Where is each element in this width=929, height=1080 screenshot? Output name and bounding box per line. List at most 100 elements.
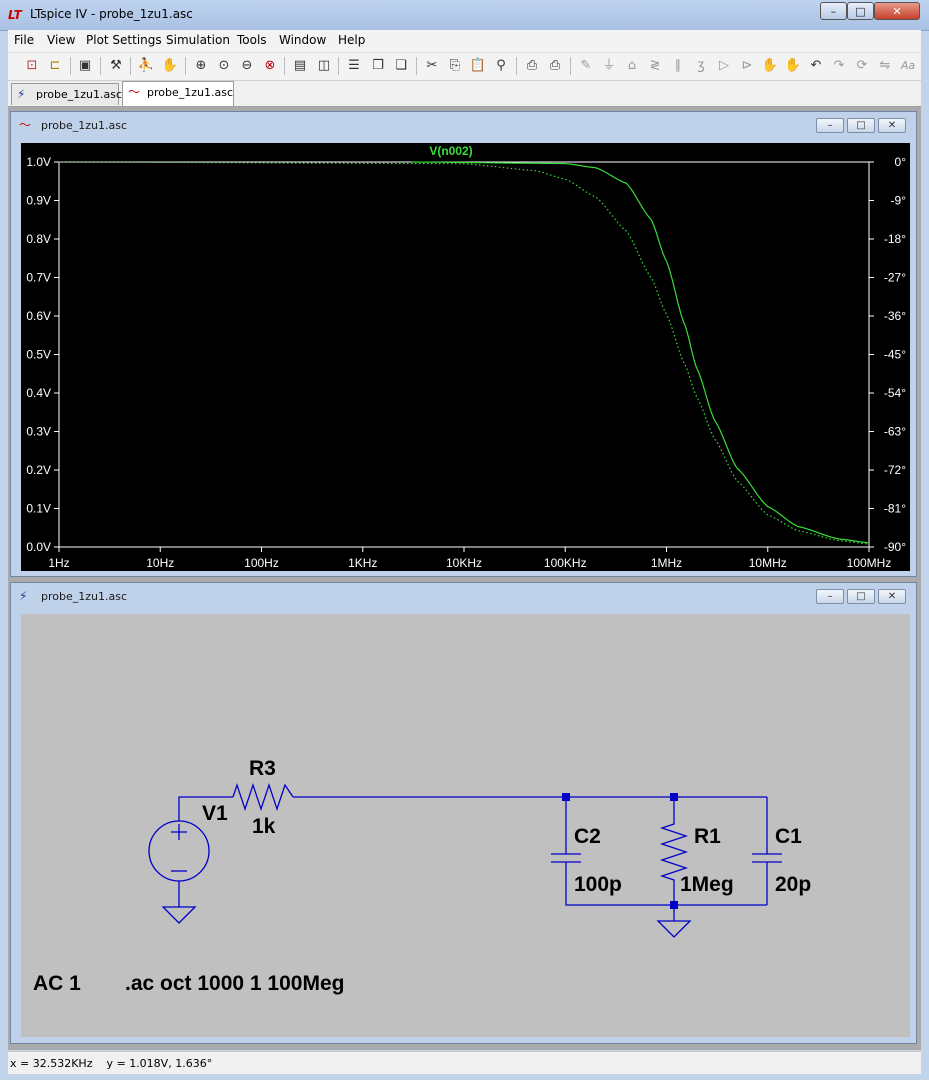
v1-name[interactable]: V1	[202, 802, 228, 825]
y2-tick-label: -72°	[884, 463, 906, 477]
waveform-plot[interactable]: 0.0V 0.1V 0.2V 0.3V 0.4V 0.5V 0.6V 0.7V 0.8V 0.9V…	[21, 143, 910, 571]
plot-maximize-button[interactable]: □	[847, 118, 875, 133]
text-icon[interactable]: Aa	[898, 56, 918, 76]
copy-icon[interactable]: ⎘	[445, 56, 465, 76]
autorange-icon[interactable]: ▤	[290, 56, 310, 76]
minimize-button[interactable]: –	[820, 2, 847, 20]
document-tab-bar: ⚡ probe_1zu1.asc 〜 probe_1zu1.asc	[8, 81, 921, 107]
tab-schematic[interactable]: ⚡ probe_1zu1.asc	[11, 83, 122, 105]
menu-file[interactable]: File	[14, 33, 34, 47]
capacitor-icon[interactable]: ∥	[668, 56, 688, 76]
move-icon[interactable]: ✋	[760, 56, 780, 76]
ground-icon[interactable]: ⏚	[599, 56, 619, 76]
control-panel-icon[interactable]: ⚒	[106, 56, 126, 76]
r1-name[interactable]: R1	[694, 825, 721, 848]
schematic-minimize-button[interactable]: –	[816, 589, 844, 604]
schematic-window-title: probe_1zu1.asc	[41, 590, 128, 603]
redo-icon[interactable]: ↷	[829, 56, 849, 76]
r3-value[interactable]: 1k	[252, 815, 276, 838]
label-net-icon[interactable]: ⌂	[622, 56, 642, 76]
y2-tick-label: -9°	[891, 194, 907, 208]
drag-icon[interactable]: ✋	[783, 56, 803, 76]
halt-icon[interactable]: ✋	[160, 56, 180, 76]
plot-minimize-button[interactable]: –	[816, 118, 844, 133]
menu-help[interactable]: Help	[338, 33, 365, 47]
junction-dot	[670, 901, 678, 909]
run-icon[interactable]: ⛹	[136, 56, 156, 76]
plot-window: 〜 probe_1zu1.asc – □ ✕ 0.0V 0.1V 0.2V 0.3V 0…	[10, 111, 917, 577]
print-setup-icon[interactable]: ⎙	[522, 56, 542, 76]
c1-value[interactable]: 20p	[775, 873, 811, 896]
x-tick-label: 100Hz	[244, 556, 279, 570]
menu-simulation[interactable]: Simulation	[166, 33, 230, 47]
y2-tick-label: -54°	[884, 386, 906, 400]
cascade-icon[interactable]: ❐	[368, 56, 388, 76]
print-icon[interactable]: ⎙	[545, 56, 565, 76]
tab-label: probe_1zu1.asc	[147, 86, 234, 99]
x-tick-label: 10KHz	[446, 556, 482, 570]
y-tick-label: 0.1V	[26, 502, 51, 516]
junction-dot	[670, 793, 678, 801]
r3-name[interactable]: R3	[249, 757, 276, 780]
c2-name[interactable]: C2	[574, 825, 601, 848]
menu-plot-settings[interactable]: Plot Settings	[86, 33, 162, 47]
resistor-icon[interactable]: ≷	[645, 56, 665, 76]
schematic-icon: ⚡	[19, 589, 28, 603]
new-schematic-icon[interactable]: ⊡	[22, 56, 42, 76]
y2-tick-label: -36°	[884, 309, 906, 323]
x-tick-label: 1Hz	[48, 556, 69, 570]
cursor-y-readout: y = 1.018V, 1.636°	[106, 1057, 213, 1070]
menu-tools[interactable]: Tools	[237, 33, 267, 47]
x-tick-label: 10Hz	[146, 556, 174, 570]
plot-window-title: probe_1zu1.asc	[41, 119, 128, 132]
schematic-drawing[interactable]: R3 1k V1 C2 100p R1 1Meg C1 20p AC 1 .ac…	[21, 614, 910, 1037]
close-button[interactable]: ✕	[874, 2, 920, 20]
mirror-icon[interactable]: ⇋	[875, 56, 895, 76]
resistor-r3[interactable]	[232, 782, 294, 812]
plot-close-button[interactable]: ✕	[878, 118, 906, 133]
rotate-icon[interactable]: ⟳	[852, 56, 872, 76]
zoom-in-icon[interactable]: ⊕	[191, 56, 211, 76]
manual-limits-icon[interactable]: ◫	[314, 56, 334, 76]
c2-value[interactable]: 100p	[574, 873, 622, 896]
schematic-window-titlebar[interactable]: ⚡ probe_1zu1.asc – □ ✕	[11, 583, 916, 611]
diode-icon[interactable]: ▷	[714, 56, 734, 76]
find-icon[interactable]: ⚲	[491, 56, 511, 76]
component-icon[interactable]: ⊳	[737, 56, 757, 76]
zoom-area-icon[interactable]: ⊙	[214, 56, 234, 76]
maximize-button[interactable]: □	[847, 2, 874, 20]
x-tick-label: 1MHz	[651, 556, 682, 570]
zoom-cancel-icon[interactable]: ⊗	[260, 56, 280, 76]
open-icon[interactable]: ⊏	[45, 56, 65, 76]
schematic-close-button[interactable]: ✕	[878, 589, 906, 604]
mdi-client-area: 〜 probe_1zu1.asc – □ ✕ 0.0V 0.1V 0.2V 0.3V 0…	[8, 107, 921, 1050]
menu-bar: File View Plot Settings Simulation Tools…	[8, 30, 921, 53]
junction-dot	[562, 793, 570, 801]
schematic-canvas[interactable]: R3 1k V1 C2 100p R1 1Meg C1 20p AC 1 .ac…	[21, 614, 910, 1037]
zoom-out-icon[interactable]: ⊖	[237, 56, 257, 76]
paste-icon[interactable]: 📋	[468, 56, 488, 76]
c1-name[interactable]: C1	[775, 825, 802, 848]
cut-icon[interactable]: ✂	[422, 56, 442, 76]
y2-tick-label: -45°	[884, 348, 906, 362]
y-tick-label: 0.4V	[26, 386, 51, 400]
tile-horizontal-icon[interactable]: ☰	[344, 56, 364, 76]
waveform-chart[interactable]: 0.0V 0.1V 0.2V 0.3V 0.4V 0.5V 0.6V 0.7V 0.8V 0.9V…	[21, 143, 910, 571]
tab-waveform[interactable]: 〜 probe_1zu1.asc	[122, 81, 234, 106]
undo-icon[interactable]: ↶	[806, 56, 826, 76]
menu-window[interactable]: Window	[279, 33, 326, 47]
trace-name-label[interactable]: V(n002)	[429, 144, 472, 158]
source-spec[interactable]: AC 1	[33, 972, 81, 995]
draw-wire-icon[interactable]: ✎	[576, 56, 596, 76]
menu-view[interactable]: View	[47, 33, 75, 47]
save-icon[interactable]: ▣	[75, 56, 95, 76]
y2-tick-label: -27°	[884, 271, 906, 285]
r1-value[interactable]: 1Meg	[680, 873, 734, 896]
schematic-maximize-button[interactable]: □	[847, 589, 875, 604]
y-tick-label: 0.9V	[26, 194, 51, 208]
inductor-icon[interactable]: ʒ	[691, 56, 711, 76]
waveform-icon: 〜	[19, 118, 32, 132]
plot-window-titlebar[interactable]: 〜 probe_1zu1.asc – □ ✕	[11, 112, 916, 140]
spice-directive[interactable]: .ac oct 1000 1 100Meg	[125, 972, 344, 995]
close-all-icon[interactable]: ❏	[391, 56, 411, 76]
